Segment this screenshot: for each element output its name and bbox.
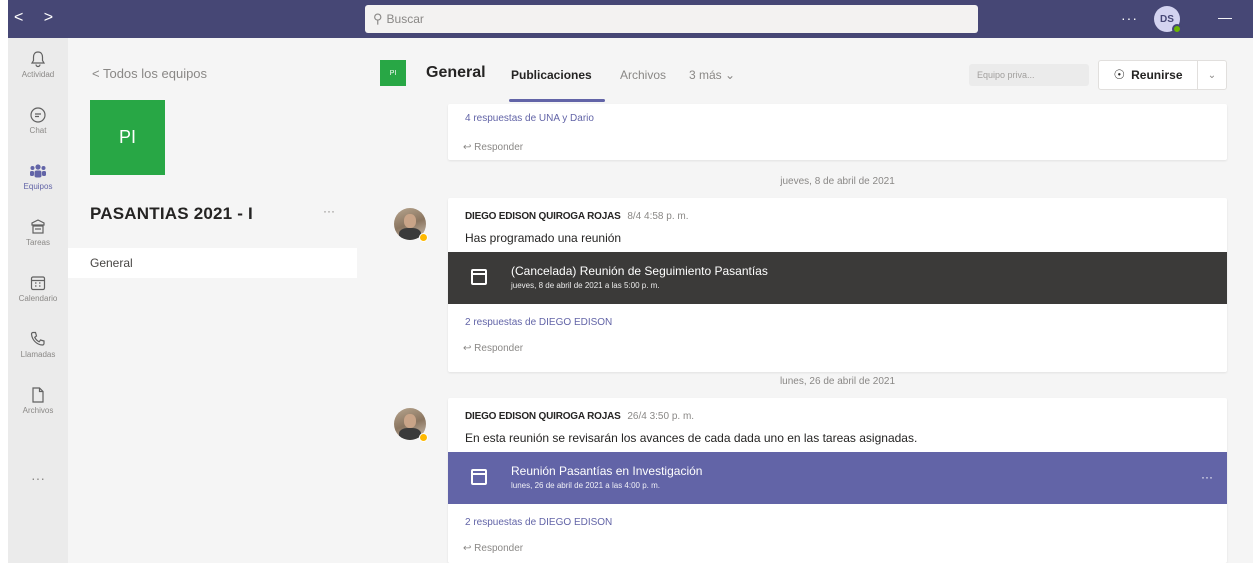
replies-link[interactable]: 2 respuestas de DIEGO EDISON xyxy=(465,317,612,328)
back-arrow-icon[interactable]: < xyxy=(14,9,31,26)
rail-label: Llamadas xyxy=(20,350,56,359)
sender-name: DIEGO EDISON QUIROGA ROJAS xyxy=(465,411,621,422)
team-avatar: PI xyxy=(90,100,165,175)
user-avatar[interactable]: DS xyxy=(1154,6,1182,34)
meeting-title: Reunión Pasantías en Investigación xyxy=(511,464,703,478)
assignments-icon xyxy=(31,219,45,234)
reply-button[interactable]: ↩ Responder xyxy=(463,343,523,354)
rail-item-activity[interactable]: Actividad xyxy=(8,50,68,79)
minimize-button[interactable]: — xyxy=(1218,9,1232,25)
search-placeholder: Buscar xyxy=(386,12,424,26)
reply-label: Responder xyxy=(474,343,524,354)
search-input[interactable]: ⚲ Buscar xyxy=(365,5,978,33)
calendar-icon xyxy=(471,269,487,285)
channel-title: General xyxy=(426,64,486,81)
meeting-card[interactable]: Reunión Pasantías en Investigación lunes… xyxy=(448,452,1227,504)
forward-arrow-icon[interactable]: > xyxy=(44,9,61,26)
meet-now-button[interactable]: ☉ Reunirse xyxy=(1098,60,1198,90)
date-separator: lunes, 26 de abril de 2021 xyxy=(779,376,896,387)
reply-button[interactable]: ↩ Responder xyxy=(463,142,523,153)
rail-label: Equipos xyxy=(23,182,53,191)
tab-publicaciones[interactable]: Publicaciones xyxy=(511,68,592,82)
all-teams-link[interactable]: < Todos los equipos xyxy=(92,66,207,81)
message-time: 8/4 4:58 p. m. xyxy=(627,211,689,222)
presence-away-icon xyxy=(419,433,428,442)
team-more-options-icon[interactable]: ··· xyxy=(323,204,335,218)
team-panel: < Todos los equipos PI PASANTIAS 2021 - … xyxy=(68,38,357,563)
avatar-face xyxy=(404,414,416,428)
meet-dropdown-button[interactable]: ⌄ xyxy=(1197,60,1227,90)
rail-item-assignments[interactable]: Tareas xyxy=(8,218,68,247)
reply-button[interactable]: ↩ Responder xyxy=(463,543,523,554)
reply-icon: ↩ xyxy=(463,543,472,554)
tab-archivos[interactable]: Archivos xyxy=(620,68,666,82)
meeting-datetime: jueves, 8 de abril de 2021 a las 5:00 p.… xyxy=(511,281,660,290)
message-text: Has programado una reunión xyxy=(465,231,622,245)
search-icon: ⚲ xyxy=(373,11,383,26)
sender-name: DIEGO EDISON QUIROGA ROJAS xyxy=(465,211,621,222)
avatar-face xyxy=(404,214,416,228)
rail-item-teams[interactable]: Equipos xyxy=(8,162,68,191)
team-name: PASANTIAS 2021 - I xyxy=(90,204,253,223)
team-privacy-badge: Equipo priva... xyxy=(969,64,1089,86)
presence-away-icon xyxy=(419,233,428,242)
replies-link[interactable]: 2 respuestas de DIEGO EDISON xyxy=(465,517,612,528)
message-text: En esta reunión se revisarán los avances… xyxy=(465,431,918,445)
chat-icon xyxy=(30,107,46,123)
rail-item-calendar[interactable]: Calendario xyxy=(8,274,68,303)
active-tab-indicator xyxy=(509,99,605,102)
reply-icon: ↩ xyxy=(463,142,472,153)
calendar-icon xyxy=(30,276,46,291)
presence-available-icon xyxy=(1172,24,1182,34)
chevron-down-icon: ⌄ xyxy=(725,68,736,82)
channel-main: PI General Publicaciones Archivos 3 más … xyxy=(357,38,1253,563)
rail-label: Calendario xyxy=(18,294,58,303)
reply-label: Responder xyxy=(474,142,524,153)
channel-team-avatar: PI xyxy=(380,60,406,86)
title-bar: < > ⚲ Buscar ··· DS — xyxy=(8,0,1253,38)
rail-item-calls[interactable]: Llamadas xyxy=(8,330,68,359)
tab-more[interactable]: 3 más ⌄ xyxy=(689,68,735,82)
rail-label: Archivos xyxy=(22,406,54,415)
avatar-body xyxy=(399,428,421,440)
tab-more-label: 3 más xyxy=(689,68,722,82)
meeting-more-options-icon[interactable]: ··· xyxy=(1201,470,1213,484)
message-header: DIEGO EDISON QUIROGA ROJAS 26/4 3:50 p. … xyxy=(465,411,694,422)
message-time: 26/4 3:50 p. m. xyxy=(627,411,695,422)
calendar-icon xyxy=(471,469,487,485)
rail-item-files[interactable]: Archivos xyxy=(8,386,68,415)
meeting-datetime: lunes, 26 de abril de 2021 a las 4:00 p.… xyxy=(511,481,660,490)
message-header: DIEGO EDISON QUIROGA ROJAS 8/4 4:58 p. m… xyxy=(465,211,689,222)
more-options-icon[interactable]: ··· xyxy=(1121,10,1138,26)
date-separator: jueves, 8 de abril de 2021 xyxy=(780,176,895,187)
meeting-title: (Cancelada) Reunión de Seguimiento Pasan… xyxy=(511,264,768,278)
replies-link[interactable]: 4 respuestas de UNA y Dario xyxy=(465,113,594,124)
rail-label: Actividad xyxy=(21,70,55,79)
meet-now-label: Reunirse xyxy=(1131,68,1183,82)
reply-icon: ↩ xyxy=(463,343,472,354)
more-apps-icon[interactable]: ··· xyxy=(8,470,68,486)
rail-label: Chat xyxy=(29,126,47,135)
phone-icon xyxy=(30,331,45,346)
rail-label: Tareas xyxy=(25,238,50,247)
bell-icon xyxy=(30,51,46,68)
meeting-card-cancelled[interactable]: (Cancelada) Reunión de Seguimiento Pasan… xyxy=(448,252,1227,304)
channel-header: PI General Publicaciones Archivos 3 más … xyxy=(357,38,1253,104)
avatar-body xyxy=(399,228,421,240)
teams-icon xyxy=(30,164,46,178)
history-nav: < > xyxy=(14,9,61,27)
video-camera-icon: ☉ xyxy=(1113,67,1126,82)
channel-item-general[interactable]: General xyxy=(68,248,357,278)
files-icon xyxy=(32,387,44,403)
rail-item-chat[interactable]: Chat xyxy=(8,106,68,135)
reply-label: Responder xyxy=(474,543,524,554)
app-rail: Actividad Chat Equipos Tareas Calendario… xyxy=(8,38,68,563)
user-initials: DS xyxy=(1160,13,1174,25)
